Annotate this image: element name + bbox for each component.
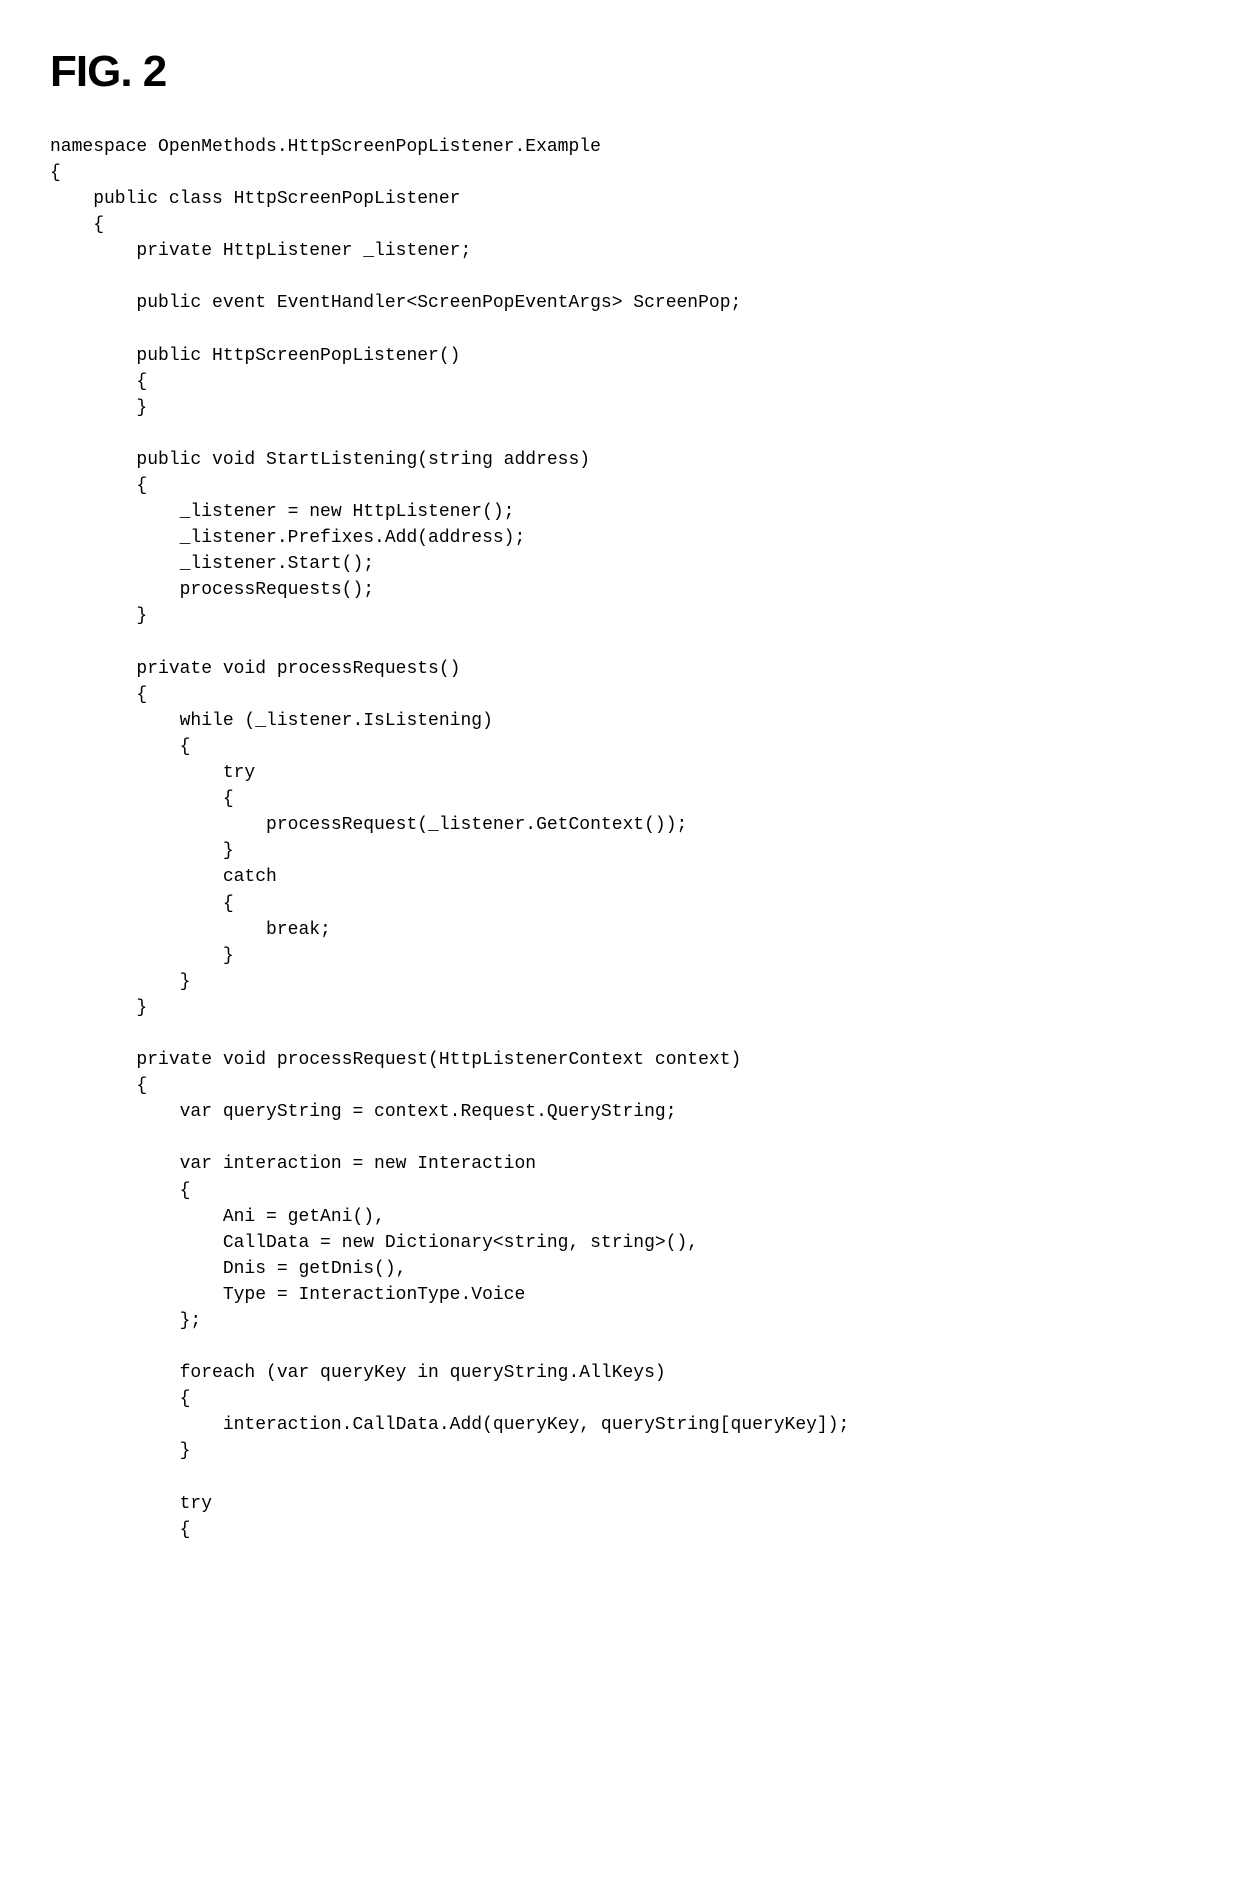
figure-title: FIG. 2 — [50, 40, 1190, 104]
code-listing: namespace OpenMethods.HttpScreenPopListe… — [50, 134, 1190, 1543]
